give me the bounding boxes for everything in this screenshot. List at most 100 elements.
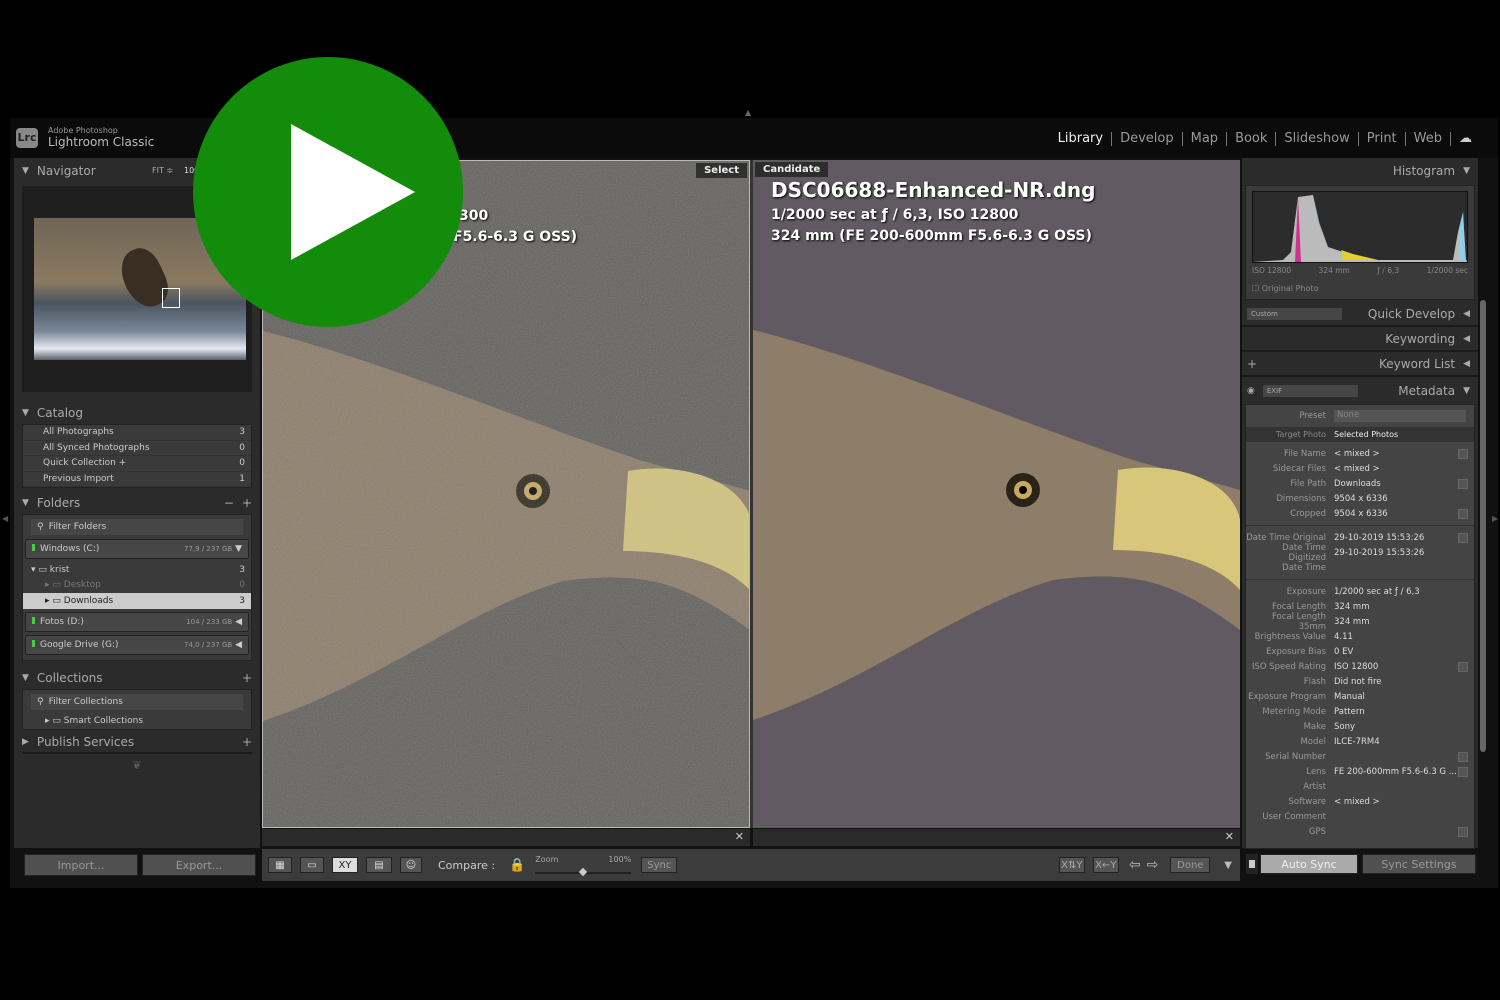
navigator-zoom-box[interactable] <box>162 288 180 308</box>
field-value[interactable]: 29-10-2019 15:53:26 <box>1334 548 1474 558</box>
right-panel-toggle[interactable]: ▶ <box>1492 514 1498 523</box>
make-select-icon[interactable]: X←Y <box>1092 857 1119 873</box>
field-value[interactable]: < mixed > <box>1334 449 1458 459</box>
action-arrow-icon[interactable] <box>1458 508 1468 519</box>
module-book[interactable]: Book <box>1227 132 1277 146</box>
play-button[interactable] <box>193 57 463 327</box>
field-value[interactable]: ILCE-7RM4 <box>1334 737 1474 747</box>
collections-header[interactable]: ▼ Collections + <box>14 667 260 689</box>
target-photo-option[interactable]: Target Photo <box>1246 430 1334 439</box>
module-library[interactable]: Library <box>1050 132 1113 146</box>
filter-collections-input[interactable]: ⚲ Filter Collections <box>31 693 243 710</box>
auto-sync-toggle[interactable] <box>1246 854 1258 874</box>
volume-google-drive[interactable]: Google Drive (G:) 74,0 / 237 GB ◀ <box>25 634 249 655</box>
compare-view-icon[interactable]: XY <box>332 857 358 873</box>
catalog-header[interactable]: ▼ Catalog <box>14 402 260 424</box>
add-publish-icon[interactable]: + <box>242 735 252 749</box>
action-arrow-icon[interactable] <box>1458 661 1468 672</box>
previous-arrow-icon[interactable]: ⇦ <box>1129 857 1141 873</box>
people-view-icon[interactable]: ☺ <box>400 857 422 873</box>
action-arrow-icon[interactable] <box>1458 532 1468 543</box>
eye-icon[interactable]: ◉ <box>1247 386 1255 396</box>
top-panel-toggle[interactable]: ▲ <box>745 108 751 117</box>
original-photo-checkbox[interactable]: ☐ Original Photo <box>1252 284 1318 293</box>
candidate-photo[interactable]: Candidate DSC06688-Enhanced-NR.dng 1/200… <box>753 160 1240 828</box>
field-value[interactable]: < mixed > <box>1334 464 1474 474</box>
export-button[interactable]: Export... <box>142 854 256 876</box>
survey-view-icon[interactable]: ▤ <box>366 857 392 873</box>
field-value[interactable]: Did not fire <box>1334 677 1474 687</box>
cloud-icon[interactable]: ☁ <box>1451 132 1480 146</box>
candidate-rating-bar[interactable]: ✕ <box>753 828 1240 846</box>
field-value[interactable]: 4.11 <box>1334 632 1474 642</box>
field-value[interactable]: Manual <box>1334 692 1474 702</box>
filter-folders-input[interactable]: ⚲ Filter Folders <box>31 519 243 535</box>
publish-services-header[interactable]: ▶ Publish Services + <box>22 732 252 754</box>
zoom-slider[interactable]: Zoom 100% <box>535 851 632 879</box>
folder-downloads-selected[interactable]: ▸ ▭ Downloads 3 <box>23 593 251 609</box>
field-value[interactable]: 1/2000 sec at ƒ / 6,3 <box>1334 587 1474 597</box>
remove-folder-icon[interactable]: − <box>224 496 234 510</box>
lock-icon[interactable]: 🔒 <box>509 858 525 873</box>
field-value[interactable]: 9504 x 6336 <box>1334 494 1474 504</box>
select-rating-bar[interactable]: ✕ <box>262 828 750 846</box>
folder-desktop[interactable]: ▸ ▭ Desktop 0 <box>23 578 251 594</box>
field-value[interactable]: ISO 12800 <box>1334 662 1458 672</box>
field-value[interactable]: 9504 x 6336 <box>1334 509 1458 519</box>
done-button[interactable]: Done <box>1170 857 1211 873</box>
histogram[interactable]: ISO 12800 324 mm ƒ / 6,3 1/2000 sec ☐ Origi… <box>1245 185 1475 300</box>
zoom-slider-thumb[interactable] <box>579 867 588 877</box>
next-arrow-icon[interactable]: ⇨ <box>1147 857 1159 873</box>
grid-view-icon[interactable]: ▦ <box>268 857 292 873</box>
histogram-header[interactable]: Histogram ▼ <box>1242 158 1478 183</box>
action-arrow-icon[interactable] <box>1458 826 1468 837</box>
action-arrow-icon[interactable] <box>1458 751 1468 762</box>
field-value[interactable]: 29-10-2019 15:53:26 <box>1334 533 1458 543</box>
import-button[interactable]: Import... <box>24 854 138 876</box>
saved-preset-select[interactable]: Custom <box>1247 307 1342 320</box>
add-collection-icon[interactable]: + <box>242 671 252 685</box>
keywording-header[interactable]: Keywording ◀ <box>1242 327 1478 352</box>
module-map[interactable]: Map <box>1183 132 1228 146</box>
module-develop[interactable]: Develop <box>1112 132 1183 146</box>
field-value[interactable]: 324 mm <box>1334 617 1474 627</box>
auto-sync-button[interactable]: Auto Sync <box>1260 854 1358 874</box>
sync-button[interactable]: Sync <box>641 857 678 873</box>
left-panel-toggle[interactable]: ◀ <box>2 514 8 523</box>
add-keyword-icon[interactable]: + <box>1247 357 1257 371</box>
module-slideshow[interactable]: Slideshow <box>1276 132 1359 146</box>
sync-settings-button[interactable]: Sync Settings <box>1362 854 1476 874</box>
folders-header[interactable]: ▼ Folders − + <box>14 492 260 514</box>
volume-windows[interactable]: Windows (C:) 77,9 / 237 GB ▼ <box>25 539 249 559</box>
keyword-list-header[interactable]: + Keyword List ◀ <box>1242 352 1478 377</box>
metadata-header[interactable]: ◉ EXIF Metadata ▼ <box>1242 377 1478 404</box>
loupe-view-icon[interactable]: ▭ <box>300 857 324 873</box>
volume-fotos[interactable]: Fotos (D:) 104 / 233 GB ◀ <box>25 611 249 632</box>
folder-krist[interactable]: ▾ ▭ krist 3 <box>23 562 251 578</box>
preset-select[interactable]: None <box>1334 410 1466 422</box>
field-value[interactable]: Downloads <box>1334 479 1458 489</box>
smart-collections[interactable]: ▸ ▭ Smart Collections <box>23 714 251 730</box>
field-value[interactable]: Pattern <box>1334 707 1474 717</box>
field-value[interactable]: 0 EV <box>1334 647 1474 657</box>
catalog-item[interactable]: Quick Collection + 0 <box>23 456 251 472</box>
metadata-set-select[interactable]: EXIF <box>1262 384 1358 397</box>
module-print[interactable]: Print <box>1359 132 1406 146</box>
catalog-item[interactable]: All Photographs 3 <box>23 425 251 441</box>
right-panel-scrollbar[interactable] <box>1480 300 1486 752</box>
selected-photos-option[interactable]: Selected Photos <box>1334 430 1398 439</box>
nav-fit[interactable]: FIT ≑ <box>152 166 173 175</box>
field-value[interactable]: 324 mm <box>1334 602 1474 612</box>
action-arrow-icon[interactable] <box>1458 448 1468 459</box>
close-icon[interactable]: ✕ <box>1225 830 1234 843</box>
field-value[interactable]: < mixed > <box>1334 797 1474 807</box>
module-web[interactable]: Web <box>1406 132 1451 146</box>
swap-icon[interactable]: X⇅Y <box>1058 857 1085 873</box>
quick-develop-header[interactable]: Custom Quick Develop ◀ <box>1242 302 1478 327</box>
add-folder-icon[interactable]: + <box>242 496 252 510</box>
close-icon[interactable]: ✕ <box>735 830 744 843</box>
action-arrow-icon[interactable] <box>1458 478 1468 489</box>
toolbar-menu-icon[interactable]: ▼ <box>1224 860 1232 871</box>
field-value[interactable]: FE 200-600mm F5.6-6.3 G ... <box>1334 767 1458 777</box>
action-arrow-icon[interactable] <box>1458 766 1468 777</box>
